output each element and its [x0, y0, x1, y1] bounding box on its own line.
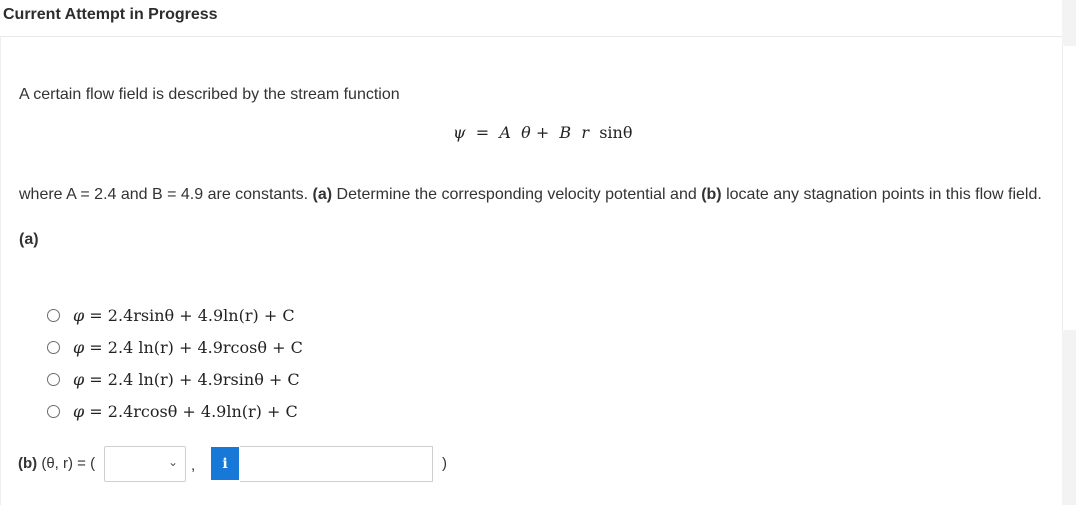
- radius-symbol: r: [581, 123, 590, 142]
- coefficient-a: A: [499, 123, 511, 142]
- equals-sign: =: [89, 369, 103, 389]
- coefficient-b: B: [559, 123, 572, 142]
- phi-symbol: φ: [73, 401, 85, 421]
- info-icon[interactable]: i: [211, 447, 239, 480]
- option-text: 2.4 ln(r) + 4.9rcosθ + C: [107, 337, 303, 357]
- desc-text-2: Determine the corresponding velocity pot…: [332, 186, 702, 203]
- desc-part-a-marker: (a): [312, 186, 333, 203]
- question-panel: A certain flow field is described by the…: [0, 37, 1063, 505]
- radio-button[interactable]: [47, 372, 60, 386]
- stream-function-equation: ψ = A θ + B r sinθ: [453, 123, 632, 142]
- psi-symbol: ψ: [453, 123, 466, 142]
- part-b-label: (b) (θ, r) = (: [18, 455, 95, 472]
- part-b-coordinates-label: (θ, r) = (: [37, 455, 96, 472]
- option-expression: φ = 2.4 ln(r) + 4.9rcosθ + C: [73, 338, 303, 357]
- option-expression: φ = 2.4rsinθ + 4.9ln(r) + C: [73, 306, 295, 325]
- answer-option-3[interactable]: φ = 2.4 ln(r) + 4.9rsinθ + C: [47, 363, 303, 395]
- radius-input[interactable]: [240, 446, 433, 482]
- radio-button[interactable]: [47, 308, 60, 322]
- phi-symbol: φ: [73, 337, 85, 357]
- desc-part-b-marker: (b): [701, 186, 722, 203]
- chevron-down-icon: ⌄: [167, 455, 178, 469]
- answer-option-2[interactable]: φ = 2.4 ln(r) + 4.9rcosθ + C: [47, 331, 303, 363]
- equals-sign: =: [475, 123, 490, 142]
- theta-select[interactable]: ⌄: [104, 446, 186, 482]
- option-text: 2.4rsinθ + 4.9ln(r) + C: [107, 305, 295, 325]
- radio-button[interactable]: [47, 340, 60, 354]
- question-intro: A certain flow field is described by the…: [19, 86, 400, 103]
- option-expression: φ = 2.4 ln(r) + 4.9rsinθ + C: [73, 370, 300, 389]
- right-rail-panel: [1062, 46, 1076, 330]
- equals-sign: =: [89, 337, 103, 357]
- page-title: Current Attempt in Progress: [3, 6, 218, 23]
- question-description: where A = 2.4 and B = 4.9 are constants.…: [19, 182, 1049, 207]
- sine-term: sinθ: [599, 123, 633, 142]
- plus-sign: +: [535, 123, 550, 142]
- option-expression: φ = 2.4rcosθ + 4.9ln(r) + C: [73, 402, 298, 421]
- header-bar: Current Attempt in Progress: [0, 0, 1062, 37]
- answer-options: φ = 2.4rsinθ + 4.9ln(r) + C φ = 2.4 ln(r…: [47, 299, 303, 427]
- answer-option-1[interactable]: φ = 2.4rsinθ + 4.9ln(r) + C: [47, 299, 303, 331]
- separator-comma: ,: [191, 457, 196, 474]
- part-b-marker: (b): [18, 455, 38, 472]
- phi-symbol: φ: [73, 369, 85, 389]
- option-text: 2.4 ln(r) + 4.9rsinθ + C: [107, 369, 300, 389]
- part-a-label: (a): [19, 231, 39, 248]
- phi-symbol: φ: [73, 305, 85, 325]
- equals-sign: =: [89, 401, 103, 421]
- theta-symbol: θ: [521, 123, 531, 142]
- desc-text-3: locate any stagnation points in this flo…: [721, 186, 1042, 203]
- answer-option-4[interactable]: φ = 2.4rcosθ + 4.9ln(r) + C: [47, 395, 303, 427]
- desc-text-1: where A = 2.4 and B = 4.9 are constants.: [19, 186, 313, 203]
- equals-sign: =: [89, 305, 103, 325]
- option-text: 2.4rcosθ + 4.9ln(r) + C: [107, 401, 298, 421]
- radio-button[interactable]: [47, 404, 60, 418]
- close-paren: ): [442, 455, 447, 472]
